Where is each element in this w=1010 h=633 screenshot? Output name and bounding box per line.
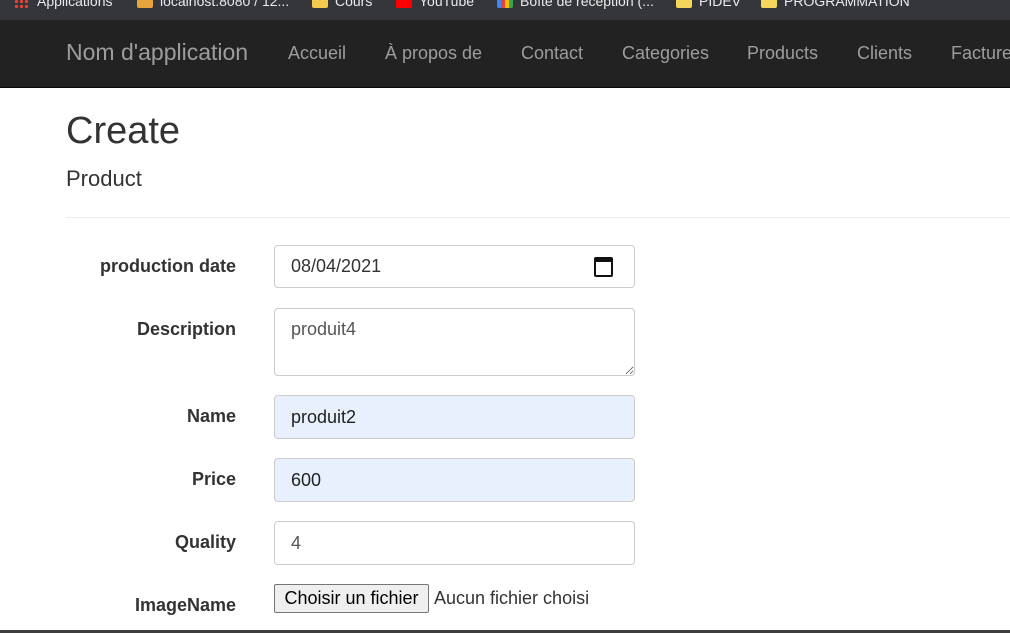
quality-input[interactable]: 4 bbox=[274, 521, 635, 565]
bookmark-label: PIDEV bbox=[699, 0, 742, 9]
folder-icon bbox=[761, 0, 777, 8]
bookmark-label: localhost:8080 / 12... bbox=[160, 0, 290, 9]
description-textarea[interactable]: produit4 bbox=[274, 308, 635, 376]
calendar-icon[interactable] bbox=[594, 257, 613, 277]
name-value: produit2 bbox=[291, 406, 357, 427]
divider bbox=[66, 217, 1010, 218]
bookmark-youtube[interactable]: YouTube bbox=[396, 0, 474, 11]
nav-item-accueil[interactable]: Accueil bbox=[288, 43, 346, 64]
nav-item-products[interactable]: Products bbox=[747, 43, 818, 64]
page-title: Create bbox=[66, 110, 181, 152]
nav-item-categories[interactable]: Categories bbox=[622, 43, 709, 64]
nav-item-facture[interactable]: Facture bbox=[951, 43, 1010, 64]
name-input[interactable]: produit2 bbox=[274, 395, 635, 439]
quality-label: Quality bbox=[174, 532, 236, 552]
page-subtitle: Product bbox=[66, 166, 142, 191]
file-status: Aucun fichier choisi bbox=[434, 588, 590, 608]
nav-item-clients[interactable]: Clients bbox=[857, 43, 912, 64]
bookmark-label: Applications bbox=[37, 0, 113, 9]
imagename-label: ImageName bbox=[134, 595, 236, 615]
nav-item-contact[interactable]: Contact bbox=[521, 43, 583, 64]
bookmark-programmation[interactable]: PROGRAMMATION bbox=[761, 0, 910, 11]
apps-grid-icon bbox=[14, 0, 30, 8]
gmail-icon bbox=[497, 0, 513, 8]
bookmark-gmail[interactable]: Boîte de réception (... bbox=[497, 0, 654, 11]
nav-item-a-propos[interactable]: À propos de bbox=[385, 43, 482, 64]
price-label: Price bbox=[191, 469, 236, 489]
choose-file-button[interactable]: Choisir un fichier bbox=[274, 584, 429, 613]
classroom-icon bbox=[312, 0, 328, 8]
bookmark-applications[interactable]: Applications bbox=[14, 0, 113, 11]
navbar-brand[interactable]: Nom d'application bbox=[66, 39, 248, 66]
production-date-input[interactable]: 08/04/2021 bbox=[274, 245, 635, 288]
bookmark-label: Cours bbox=[335, 0, 373, 9]
phpmyadmin-icon bbox=[137, 0, 153, 8]
production-date-label: production date bbox=[100, 256, 236, 276]
top-navbar: Nom d'application Accueil À propos de Co… bbox=[0, 20, 1010, 88]
bookmark-label: Boîte de réception (... bbox=[520, 0, 654, 9]
bookmark-localhost[interactable]: localhost:8080 / 12... bbox=[137, 0, 289, 11]
bookmark-pidev[interactable]: PIDEV bbox=[676, 0, 741, 11]
price-value: 600 bbox=[291, 469, 322, 490]
price-input[interactable]: 600 bbox=[274, 458, 635, 502]
youtube-icon bbox=[396, 0, 412, 8]
description-label: Description bbox=[136, 319, 236, 339]
folder-icon bbox=[676, 0, 692, 8]
bookmark-cours[interactable]: Cours bbox=[312, 0, 372, 11]
bookmarks-bar: Applications localhost:8080 / 12... Cour… bbox=[0, 0, 1010, 20]
production-date-value: 08/04/2021 bbox=[291, 256, 382, 276]
quality-value: 4 bbox=[291, 532, 302, 553]
bookmark-label: PROGRAMMATION bbox=[784, 0, 910, 9]
name-label: Name bbox=[186, 406, 236, 426]
bookmark-label: YouTube bbox=[419, 0, 475, 9]
